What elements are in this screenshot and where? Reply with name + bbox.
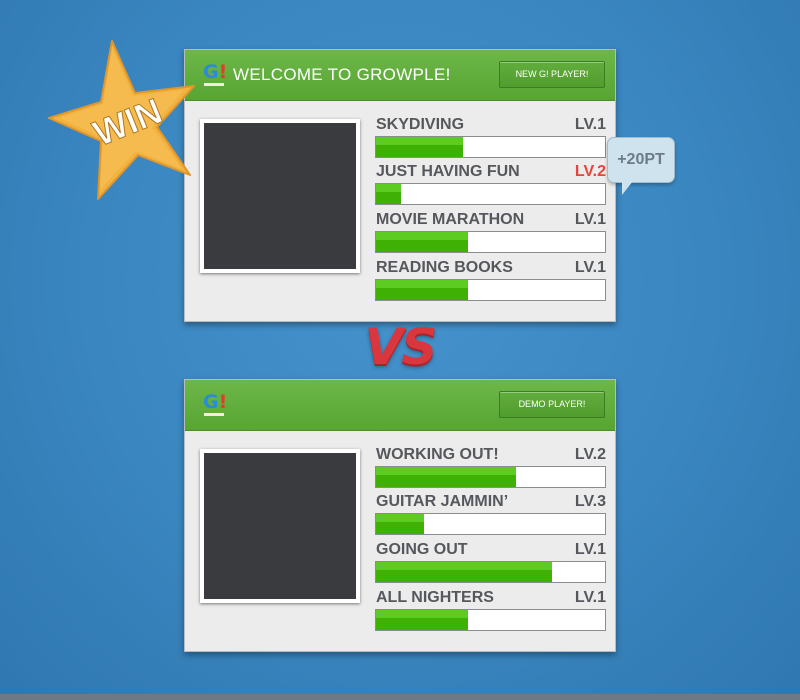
- skill-row: ALL NIGHTERS LV.1: [375, 589, 606, 635]
- skill-level: LV.1: [574, 589, 606, 606]
- skill-name: GUITAR JAMMIN’: [376, 493, 509, 510]
- logo-underline: [204, 413, 224, 416]
- skill-row: GOING OUT LV.1: [375, 541, 606, 587]
- points-bubble: +20PT: [607, 137, 675, 183]
- skill-row: SKYDIVING LV.1: [375, 116, 606, 162]
- skill-name: GOING OUT: [376, 541, 468, 558]
- logo-bang: !: [218, 61, 228, 83]
- skill-progress-bar: [375, 561, 606, 583]
- skill-progress-bar: [375, 279, 606, 301]
- skill-progress-fill: [376, 562, 553, 582]
- skill-progress-bar: [375, 609, 606, 631]
- skill-progress-fill: [376, 232, 468, 252]
- skill-progress-fill: [376, 467, 516, 487]
- skill-row: MOVIE MARATHON LV.1: [375, 211, 606, 257]
- skill-row: WORKING OUT! LV.2: [375, 446, 606, 492]
- logo-letter: G: [203, 391, 219, 413]
- player-card-top: G! WELCOME TO GROWPLE! NEW G! PLAYER! SK…: [184, 49, 616, 322]
- skill-progress-bar: [375, 136, 606, 158]
- skill-name: ALL NIGHTERS: [376, 589, 494, 606]
- skill-progress-fill: [376, 184, 402, 204]
- new-player-button[interactable]: NEW G! PLAYER!: [499, 61, 605, 88]
- skill-name: SKYDIVING: [376, 116, 465, 133]
- skill-name: MOVIE MARATHON: [376, 211, 525, 228]
- skill-progress-fill: [376, 137, 464, 157]
- skill-progress-bar: [375, 231, 606, 253]
- skill-level-up: LV.2: [574, 163, 606, 180]
- versus-label: VS: [364, 318, 438, 376]
- player-card-bottom: G! DEMO PLAYER! WORKING OUT! LV.2 GUITAR…: [184, 379, 616, 652]
- skill-row: READING BOOKS LV.1: [375, 259, 606, 305]
- demo-player-button[interactable]: DEMO PLAYER!: [499, 391, 605, 418]
- skill-progress-fill: [376, 280, 468, 300]
- card-header: G! WELCOME TO GROWPLE! NEW G! PLAYER!: [185, 50, 615, 101]
- skill-progress-bar: [375, 513, 606, 535]
- growple-logo-icon: G!: [203, 392, 227, 416]
- skill-progress-fill: [376, 610, 468, 630]
- win-star-icon: WIN: [48, 40, 195, 200]
- skill-name: READING BOOKS: [376, 259, 513, 276]
- skill-progress-bar: [375, 466, 606, 488]
- skill-level: LV.3: [574, 493, 606, 510]
- bottom-strip: [0, 694, 800, 700]
- bubble-tail: [622, 181, 633, 195]
- player-avatar: [200, 449, 360, 603]
- skill-name: WORKING OUT!: [376, 446, 499, 463]
- logo-bang: !: [218, 391, 228, 413]
- skill-level: LV.1: [574, 116, 606, 133]
- skill-progress-fill: [376, 514, 425, 534]
- skill-level: LV.2: [574, 446, 606, 463]
- skill-level: LV.1: [574, 259, 606, 276]
- skill-row: GUITAR JAMMIN’ LV.3: [375, 493, 606, 539]
- player-avatar: [200, 119, 360, 273]
- welcome-title: WELCOME TO GROWPLE!: [233, 65, 451, 84]
- card-header: G! DEMO PLAYER!: [185, 380, 615, 431]
- skill-level: LV.1: [574, 541, 606, 558]
- skill-row: JUST HAVING FUN LV.2: [375, 163, 606, 209]
- skill-level: LV.1: [574, 211, 606, 228]
- skill-progress-bar: [375, 183, 606, 205]
- skill-name: JUST HAVING FUN: [376, 163, 520, 180]
